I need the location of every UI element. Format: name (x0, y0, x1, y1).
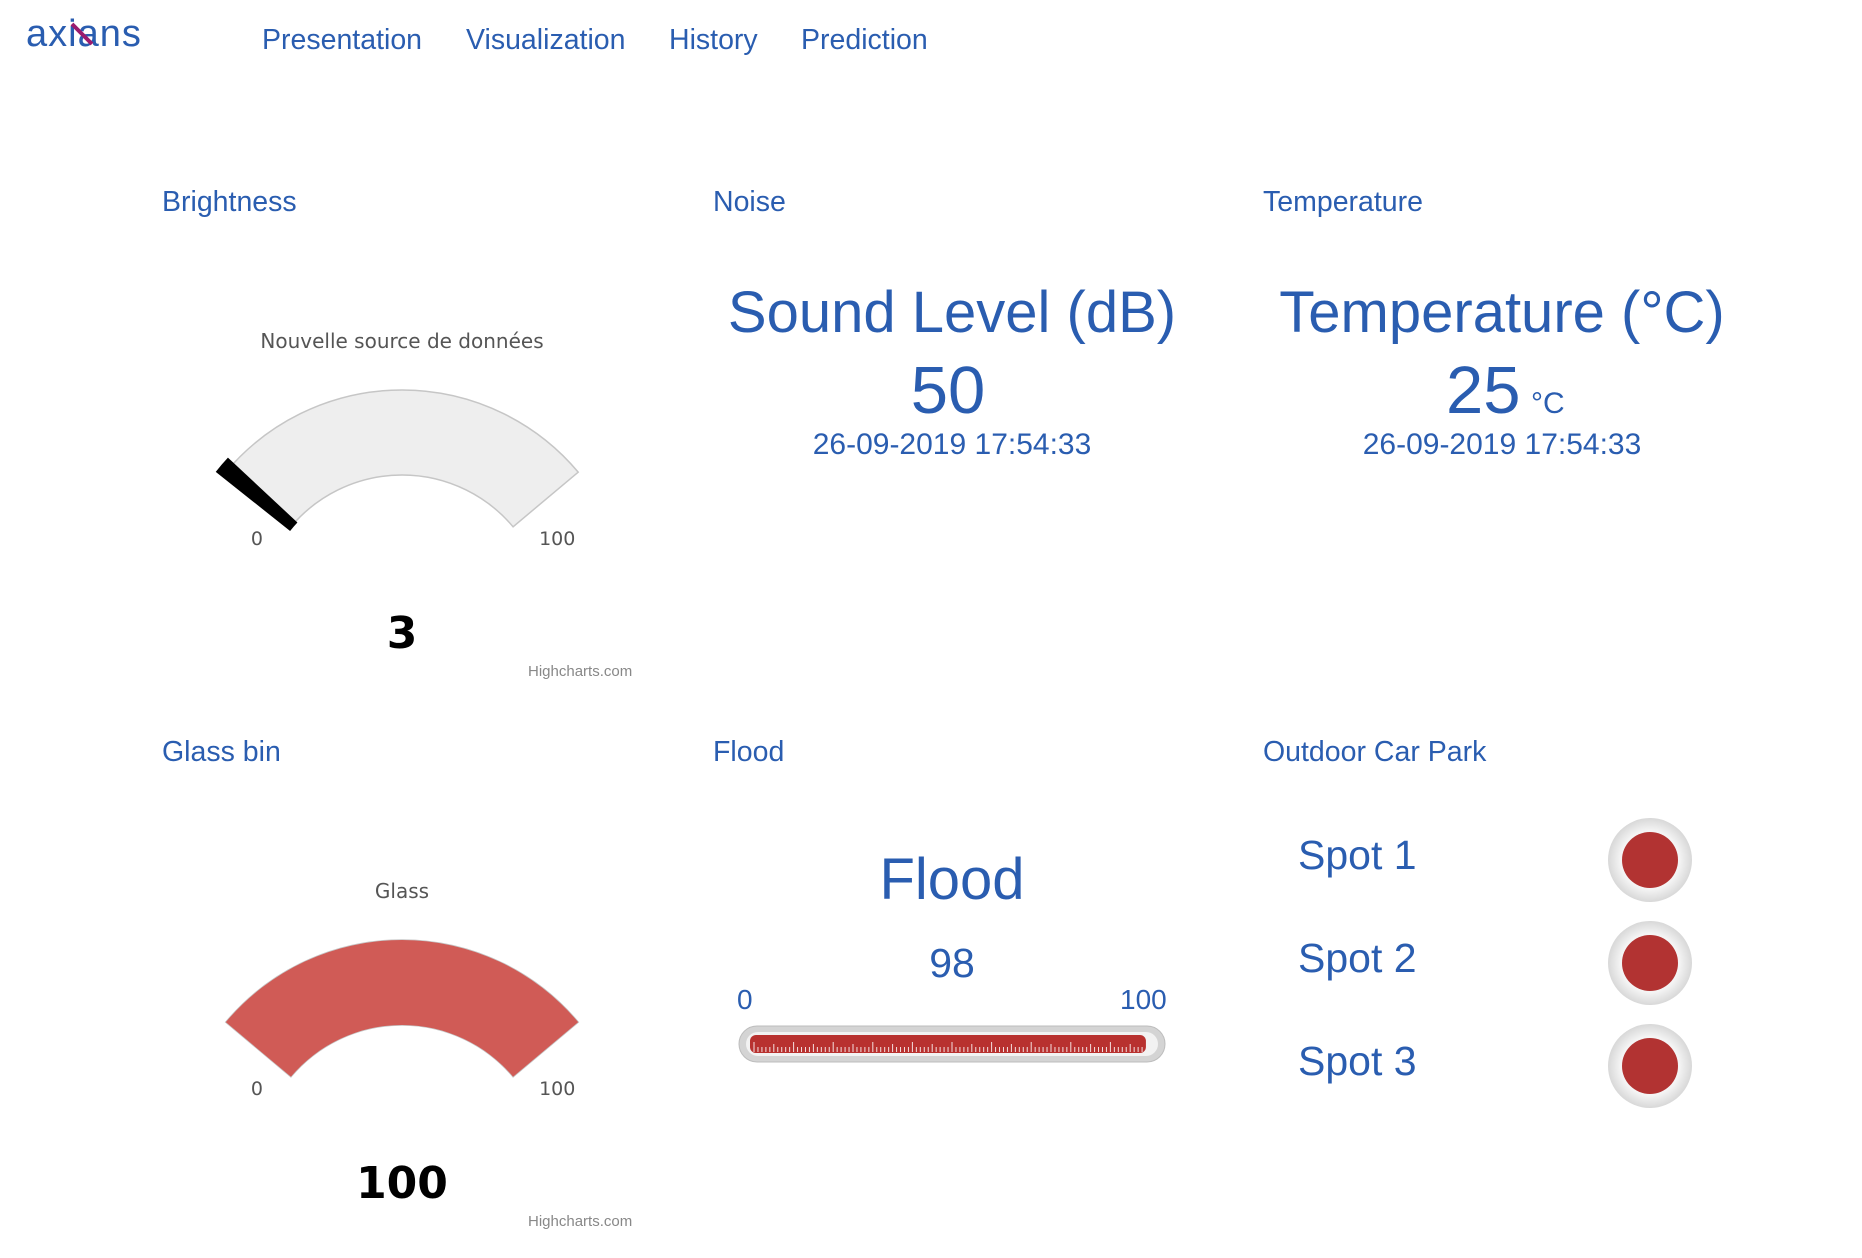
axians-logo[interactable]: axians (26, 12, 198, 56)
spot-1-status-indicator (1608, 818, 1692, 902)
car-park-panel-title: Outdoor Car Park (1263, 736, 1487, 768)
brightness-panel-title: Brightness (162, 186, 297, 218)
gauge-series-label: Glass (375, 879, 429, 903)
brightness-highcharts-credit[interactable]: Highcharts.com (528, 663, 632, 680)
flood-max-label: 100 (1120, 984, 1167, 1015)
temperature-panel-title: Temperature (1263, 186, 1423, 218)
temperature-unit: °C (1530, 387, 1565, 420)
sound-level-heading: Sound Level (dB) (727, 280, 1177, 345)
spot-1-label: Spot 1 (1298, 832, 1417, 878)
gauge-min-label: 0 (251, 1078, 263, 1100)
glass-bin-highcharts-credit[interactable]: Highcharts.com (528, 1213, 632, 1230)
noise-timestamp: 26-09-2019 17:54:33 (812, 428, 1092, 461)
spot-2-status-indicator (1608, 921, 1692, 1005)
flood-level-bar (738, 1025, 1166, 1063)
sound-level-value: 50 (910, 353, 986, 428)
gauge-series-label: Nouvelle source de données (260, 329, 543, 353)
temperature-reading: 25 °C (1446, 352, 1565, 429)
nav-history[interactable]: History (669, 24, 758, 57)
gauge-min-label: 0 (251, 528, 263, 550)
noise-panel-title: Noise (713, 186, 786, 218)
glass-bin-gauge: Glass 0 100 100 (224, 879, 580, 1209)
brightness-gauge: Nouvelle source de données 0 100 3 (215, 329, 580, 659)
temperature-value: 25 (1446, 353, 1521, 428)
nav-prediction[interactable]: Prediction (801, 24, 928, 57)
temperature-timestamp: 26-09-2019 17:54:33 (1362, 428, 1642, 461)
gauge-value-fill (225, 940, 579, 1077)
spot-3-label: Spot 3 (1298, 1038, 1417, 1084)
gauge-value-label: 3 (387, 608, 418, 659)
spot-3-status-indicator (1608, 1024, 1692, 1108)
flood-value: 98 (929, 940, 975, 986)
nav-visualization[interactable]: Visualization (466, 24, 626, 57)
glass-bin-panel-title: Glass bin (162, 736, 281, 768)
gauge-max-label: 100 (539, 1078, 575, 1100)
flood-min-label: 0 (737, 984, 753, 1015)
flood-panel-title: Flood (713, 736, 785, 768)
nav-presentation[interactable]: Presentation (262, 24, 422, 57)
gauge-value-label: 100 (356, 1158, 448, 1209)
flood-heading: Flood (879, 847, 1025, 912)
spot-2-label: Spot 2 (1298, 935, 1417, 981)
gauge-max-label: 100 (539, 528, 575, 550)
temperature-heading: Temperature (°C) (1279, 280, 1725, 345)
